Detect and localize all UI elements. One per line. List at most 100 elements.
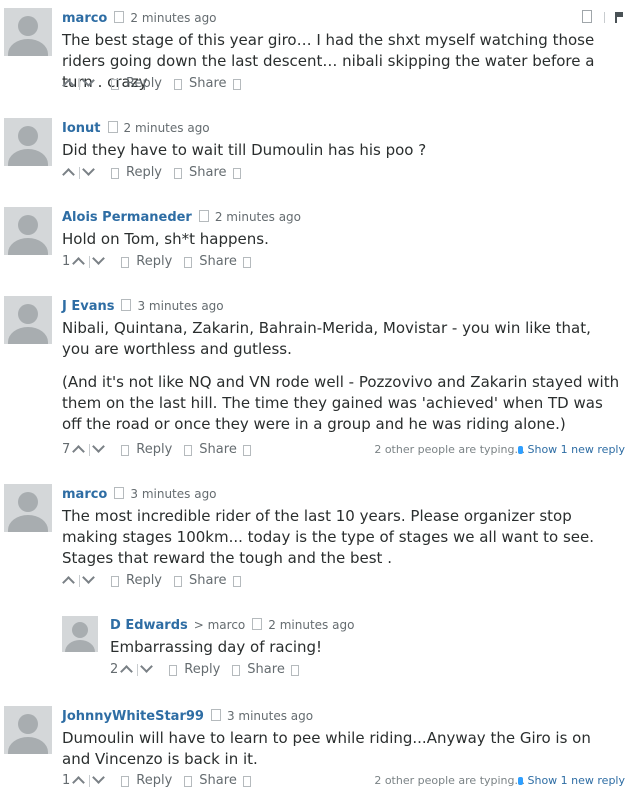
- reply-button[interactable]: Reply: [136, 442, 172, 457]
- upvote-icon[interactable]: [72, 256, 86, 270]
- comment-text: Hold on Tom, sh*t happens.: [62, 230, 269, 248]
- show-new-reply-label: Show 1 new reply: [527, 774, 625, 787]
- divider: [89, 256, 91, 268]
- typing-indicator: 2 other people are typing...: [374, 774, 525, 787]
- comment-text: Dumoulin will have to learn to pee while…: [62, 729, 591, 768]
- author-name[interactable]: marco: [62, 487, 107, 502]
- downvote-icon[interactable]: [92, 251, 106, 265]
- share-button[interactable]: Share: [189, 573, 227, 588]
- share-icon: [184, 444, 193, 456]
- show-new-reply[interactable]: Show 1 new reply: [518, 774, 625, 787]
- collapse-icon[interactable]: [582, 10, 592, 23]
- upvote-icon[interactable]: [62, 78, 75, 92]
- share-button[interactable]: Share: [199, 254, 237, 269]
- share-button[interactable]: Share: [247, 662, 285, 677]
- comment: Alois Permaneder 2 minutes ago Hold on To…: [0, 199, 625, 279]
- comment-footer: Reply Share: [62, 73, 241, 94]
- avatar[interactable]: [4, 296, 52, 344]
- avatar[interactable]: [4, 8, 52, 56]
- reply-button[interactable]: Reply: [184, 662, 220, 677]
- upvote-icon[interactable]: [72, 444, 86, 458]
- downvote-icon[interactable]: [82, 570, 95, 584]
- reply-icon: [111, 575, 119, 587]
- reply-icon: [111, 78, 119, 90]
- share-menu-icon[interactable]: [290, 664, 299, 676]
- comment-footer: 1 Reply Share: [62, 251, 251, 272]
- reply-button[interactable]: Reply: [136, 773, 172, 788]
- timestamp[interactable]: 2 minutes ago: [215, 210, 301, 224]
- upvote-icon[interactable]: [72, 775, 86, 789]
- share-menu-icon[interactable]: [232, 167, 241, 179]
- author-name[interactable]: J Evans: [62, 299, 114, 314]
- avatar[interactable]: [62, 616, 98, 652]
- comment-meta: J Evans 3 minutes ago: [62, 297, 224, 316]
- upvote-icon[interactable]: [120, 664, 134, 678]
- share-button[interactable]: Share: [189, 76, 227, 91]
- comment-body: The best stage of this year giro… I had …: [62, 30, 617, 105]
- comment-footer: 7 Reply Share: [62, 439, 251, 460]
- timestamp[interactable]: 2 minutes ago: [268, 618, 354, 632]
- timestamp[interactable]: 3 minutes ago: [130, 487, 216, 501]
- share-icon: [184, 256, 193, 268]
- parent-author[interactable]: > marco: [194, 618, 246, 632]
- share-menu-icon[interactable]: [232, 78, 241, 90]
- share-button[interactable]: Share: [189, 165, 227, 180]
- new-dot-icon: [518, 446, 524, 454]
- comment-text: (And it's not like NQ and VN rode well -…: [62, 373, 620, 433]
- new-dot-icon: [518, 777, 524, 785]
- badge-icon: [210, 709, 221, 721]
- comment-meta: Alois Permaneder 2 minutes ago: [62, 208, 301, 227]
- comment-text: Nibali, Quintana, Zakarin, Bahrain-Merid…: [62, 319, 591, 358]
- badge-icon: [121, 299, 132, 311]
- author-name[interactable]: Alois Permaneder: [62, 210, 192, 225]
- divider: [137, 664, 139, 676]
- author-name[interactable]: marco: [62, 11, 107, 26]
- vote-count: 1: [62, 254, 71, 269]
- upvote-icon[interactable]: [62, 167, 75, 181]
- downvote-icon[interactable]: [82, 162, 95, 176]
- share-menu-icon[interactable]: [242, 444, 251, 456]
- reply-button[interactable]: Reply: [126, 165, 162, 180]
- comment-meta: marco 2 minutes ago: [62, 9, 217, 28]
- share-button[interactable]: Share: [199, 442, 237, 457]
- avatar[interactable]: [4, 207, 52, 255]
- author-name[interactable]: D Edwards: [110, 618, 188, 633]
- downvote-icon[interactable]: [140, 659, 154, 673]
- avatar[interactable]: [4, 706, 52, 754]
- reply-icon: [121, 256, 130, 268]
- downvote-icon[interactable]: [92, 770, 106, 784]
- reply-comment: D Edwards > marco 2 minutes ago Embarrassi…: [0, 608, 625, 688]
- share-icon: [174, 78, 183, 90]
- flag-icon[interactable]: [615, 12, 623, 23]
- comment-text: Did they have to wait till Dumoulin has …: [62, 141, 427, 159]
- share-icon: [174, 575, 183, 587]
- author-name[interactable]: JohnnyWhiteStar99: [62, 709, 204, 724]
- badge-icon: [252, 618, 263, 630]
- show-new-reply[interactable]: Show 1 new reply: [518, 443, 625, 456]
- badge-icon: [107, 121, 118, 133]
- timestamp[interactable]: 2 minutes ago: [124, 121, 210, 135]
- share-menu-icon[interactable]: [242, 256, 251, 268]
- author-name[interactable]: Ionut: [62, 121, 101, 136]
- reply-button[interactable]: Reply: [126, 573, 162, 588]
- timestamp[interactable]: 3 minutes ago: [137, 299, 223, 313]
- reply-button[interactable]: Reply: [126, 76, 162, 91]
- comment: JohnnyWhiteStar99 3 minutes ago Dumoulin …: [0, 698, 625, 791]
- share-button[interactable]: Share: [199, 773, 237, 788]
- divider: [604, 12, 605, 23]
- comment: J Evans 3 minutes ago Nibali, Quintana, Z…: [0, 288, 625, 468]
- timestamp[interactable]: 2 minutes ago: [130, 11, 216, 25]
- avatar[interactable]: [4, 484, 52, 532]
- upvote-icon[interactable]: [62, 575, 75, 589]
- timestamp[interactable]: 3 minutes ago: [227, 709, 313, 723]
- badge-icon: [114, 11, 125, 23]
- comment-actions: [582, 10, 623, 26]
- share-menu-icon[interactable]: [242, 775, 251, 787]
- comment-footer: Reply Share: [62, 570, 241, 591]
- downvote-icon[interactable]: [82, 73, 95, 87]
- reply-button[interactable]: Reply: [136, 254, 172, 269]
- share-menu-icon[interactable]: [232, 575, 241, 587]
- avatar[interactable]: [4, 118, 52, 166]
- share-icon: [232, 664, 241, 676]
- downvote-icon[interactable]: [92, 439, 106, 453]
